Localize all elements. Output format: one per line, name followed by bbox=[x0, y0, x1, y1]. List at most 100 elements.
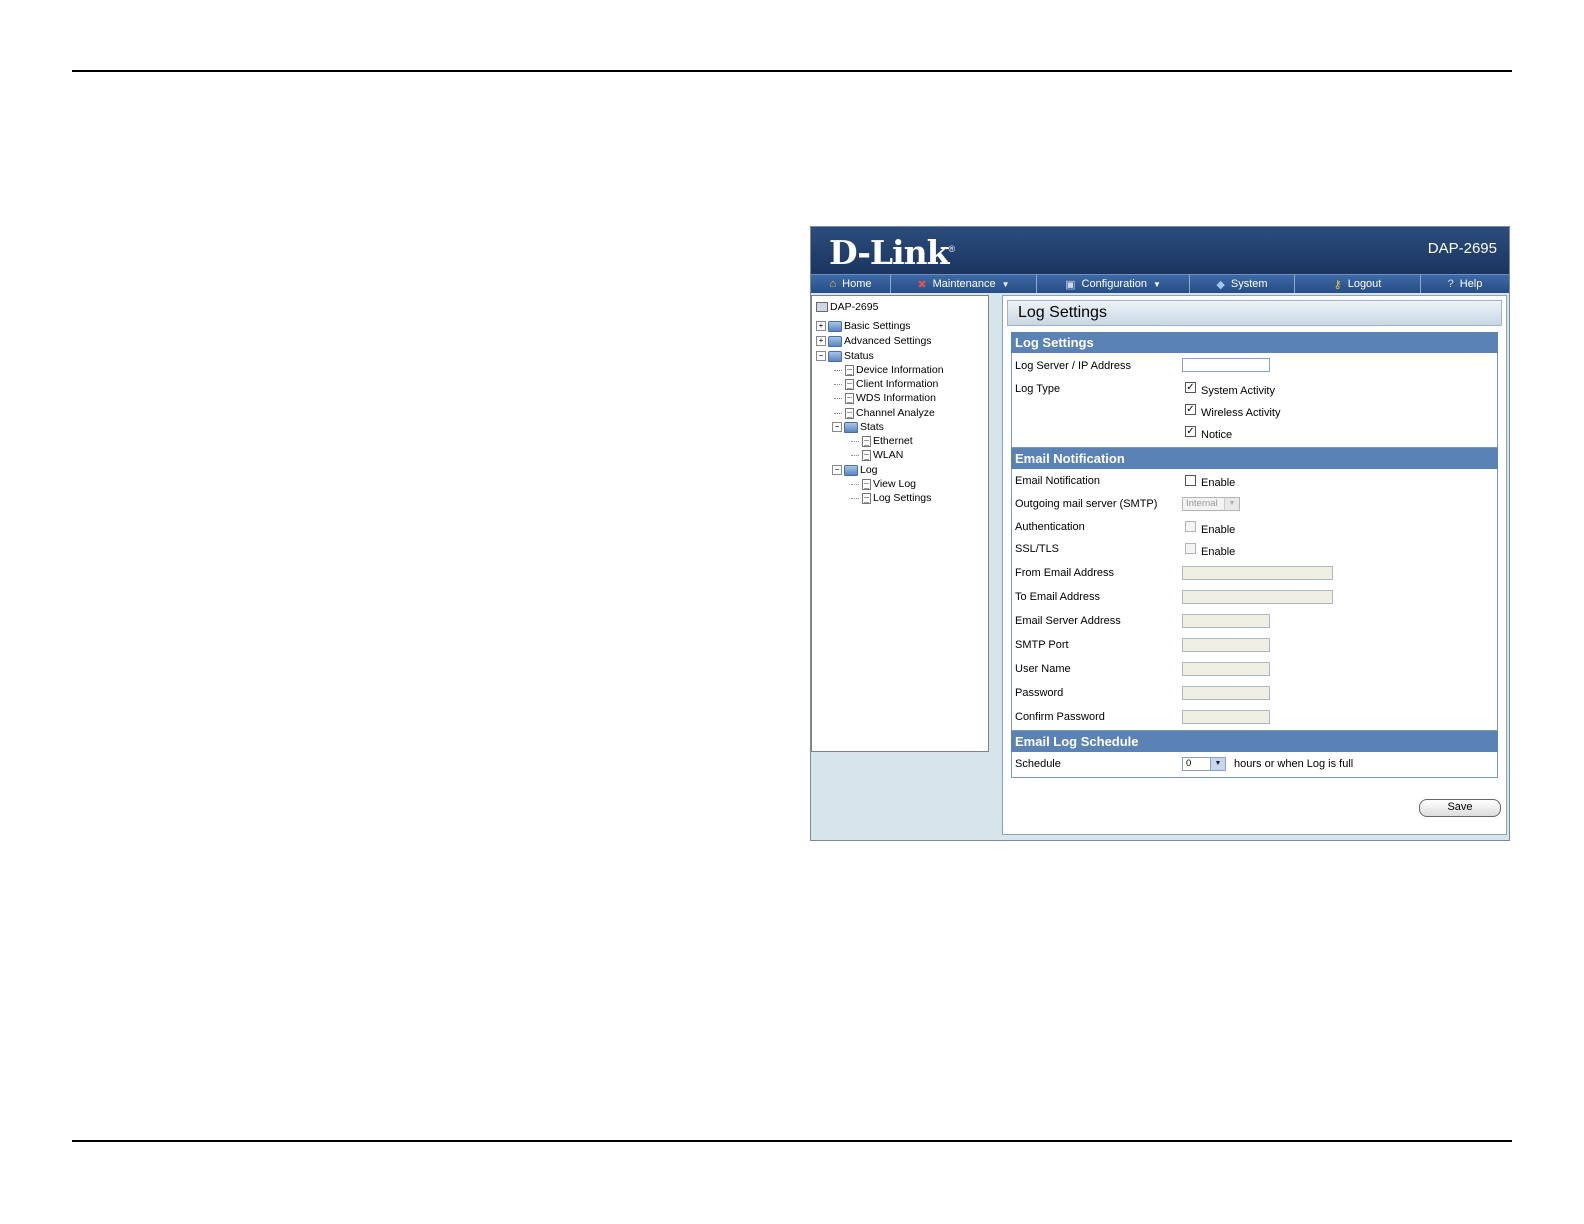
tree-advanced-settings[interactable]: + Advanced Settings bbox=[816, 334, 932, 348]
schedule-select[interactable]: 0 ▼ bbox=[1182, 757, 1226, 771]
folder-icon bbox=[828, 320, 842, 332]
collapse-icon[interactable]: − bbox=[816, 351, 826, 361]
bottom-rule bbox=[72, 1140, 1512, 1142]
nav-help[interactable]: ? Help bbox=[1421, 275, 1509, 293]
nav-system[interactable]: ◆ System bbox=[1190, 275, 1295, 293]
smtp-select[interactable]: Internal ▼ bbox=[1182, 497, 1240, 511]
chevron-down-icon: ▼ bbox=[1224, 498, 1239, 510]
tree-wds-information[interactable]: WDS Information bbox=[834, 391, 936, 405]
tree-stats[interactable]: − Stats bbox=[832, 420, 884, 434]
tree-client-information[interactable]: Client Information bbox=[834, 377, 938, 391]
collapse-icon[interactable]: − bbox=[832, 422, 842, 432]
email-notification-label: Email Notification bbox=[1015, 475, 1100, 487]
log-type-label: Log Type bbox=[1015, 383, 1061, 395]
email-log-schedule-body: Schedule 0 ▼ hours or when Log is full bbox=[1011, 752, 1498, 778]
model-name: DAP-2695 bbox=[1427, 240, 1497, 257]
nav-maintenance[interactable]: ✖ Maintenance ▼ bbox=[891, 275, 1037, 293]
authentication-enable-label: Enable bbox=[1201, 524, 1236, 536]
tree-basic-settings[interactable]: + Basic Settings bbox=[816, 319, 911, 333]
email-server-input[interactable] bbox=[1182, 614, 1270, 628]
tree-log[interactable]: − Log bbox=[832, 463, 878, 477]
ssl-tls-label: SSL/TLS bbox=[1015, 543, 1060, 555]
section-email-notification: Email Notification bbox=[1011, 448, 1498, 469]
email-notification-body: Email Notification Enable Outgoing mail … bbox=[1011, 469, 1498, 731]
nav-logout[interactable]: ⚷ Logout bbox=[1295, 275, 1421, 293]
ssl-tls-checkbox[interactable] bbox=[1185, 543, 1196, 554]
authentication-label: Authentication bbox=[1015, 521, 1085, 533]
from-email-label: From Email Address bbox=[1015, 567, 1115, 579]
page-icon bbox=[845, 392, 854, 404]
page-icon bbox=[862, 492, 871, 504]
open-folder-icon bbox=[844, 421, 858, 433]
notice-checkbox[interactable]: ✓ bbox=[1185, 426, 1196, 437]
tree-ethernet[interactable]: Ethernet bbox=[851, 434, 913, 448]
chevron-down-icon: ▼ bbox=[1001, 279, 1010, 289]
tools-icon: ✖ bbox=[917, 278, 927, 291]
password-input[interactable] bbox=[1182, 686, 1270, 700]
page-icon bbox=[845, 378, 854, 390]
system-activity-checkbox[interactable]: ✓ bbox=[1185, 382, 1196, 393]
collapse-icon[interactable]: − bbox=[832, 465, 842, 475]
tree-log-settings[interactable]: Log Settings bbox=[851, 491, 931, 505]
log-settings-body: Log Server / IP Address Log Type ✓ Syste… bbox=[1011, 353, 1498, 448]
tree-status[interactable]: − Status bbox=[816, 349, 874, 363]
wireless-activity-label: Wireless Activity bbox=[1201, 407, 1281, 419]
to-email-label: To Email Address bbox=[1015, 591, 1100, 603]
notice-label: Notice bbox=[1201, 429, 1233, 441]
schedule-suffix: hours or when Log is full bbox=[1234, 758, 1354, 770]
nav-home[interactable]: ⌂ Home bbox=[811, 275, 891, 293]
tree-view-log[interactable]: View Log bbox=[851, 477, 916, 491]
web-ui-screenshot: D-Link® DAP-2695 ⌂ Home ✖ Maintenance ▼ … bbox=[810, 226, 1510, 841]
save-button[interactable]: Save bbox=[1419, 799, 1501, 817]
system-icon: ◆ bbox=[1216, 278, 1225, 291]
user-name-input[interactable] bbox=[1182, 662, 1270, 676]
chevron-down-icon: ▼ bbox=[1210, 758, 1225, 770]
confirm-password-label: Confirm Password bbox=[1015, 711, 1105, 723]
navigation-tree: DAP-2695 + Basic Settings + Advanced Set… bbox=[811, 295, 989, 752]
nav-configuration[interactable]: ▣ Configuration ▼ bbox=[1037, 275, 1190, 293]
tree-root[interactable]: DAP-2695 bbox=[816, 300, 878, 314]
log-server-input[interactable] bbox=[1182, 358, 1270, 372]
schedule-label: Schedule bbox=[1015, 758, 1061, 770]
smtp-port-input[interactable] bbox=[1182, 638, 1270, 652]
expand-icon[interactable]: + bbox=[816, 336, 826, 346]
page-icon bbox=[845, 364, 854, 376]
confirm-password-input[interactable] bbox=[1182, 710, 1270, 724]
smtp-port-label: SMTP Port bbox=[1015, 639, 1069, 651]
from-email-input[interactable] bbox=[1182, 566, 1333, 580]
dlink-logo: D-Link® bbox=[829, 233, 955, 272]
ssl-tls-enable-label: Enable bbox=[1201, 546, 1236, 558]
page-icon bbox=[845, 407, 854, 419]
wireless-activity-checkbox[interactable]: ✓ bbox=[1185, 404, 1196, 415]
authentication-checkbox[interactable] bbox=[1185, 521, 1196, 532]
header: D-Link® DAP-2695 bbox=[811, 227, 1509, 274]
log-server-label: Log Server / IP Address bbox=[1015, 360, 1131, 372]
folder-icon bbox=[828, 335, 842, 347]
section-log-settings: Log Settings bbox=[1011, 332, 1498, 353]
expand-icon[interactable]: + bbox=[816, 321, 826, 331]
tree-wlan[interactable]: WLAN bbox=[851, 448, 903, 462]
disk-icon: ▣ bbox=[1065, 278, 1076, 291]
tree-device-information[interactable]: Device Information bbox=[834, 363, 944, 377]
section-email-log-schedule: Email Log Schedule bbox=[1011, 731, 1498, 752]
email-notification-checkbox[interactable] bbox=[1185, 475, 1196, 486]
nav-bar: ⌂ Home ✖ Maintenance ▼ ▣ Configuration ▼… bbox=[811, 274, 1509, 293]
system-activity-label: System Activity bbox=[1201, 385, 1275, 397]
top-rule bbox=[72, 70, 1512, 72]
user-name-label: User Name bbox=[1015, 663, 1071, 675]
to-email-input[interactable] bbox=[1182, 590, 1333, 604]
open-folder-icon bbox=[828, 350, 842, 362]
open-folder-icon bbox=[844, 464, 858, 476]
page-icon bbox=[862, 478, 871, 490]
password-label: Password bbox=[1015, 687, 1064, 699]
key-icon: ⚷ bbox=[1333, 278, 1342, 291]
smtp-label: Outgoing mail server (SMTP) bbox=[1015, 498, 1158, 510]
email-server-label: Email Server Address bbox=[1015, 615, 1121, 627]
home-icon: ⌂ bbox=[829, 278, 837, 290]
tree-channel-analyze[interactable]: Channel Analyze bbox=[834, 406, 935, 420]
help-icon: ? bbox=[1447, 278, 1454, 290]
page-icon bbox=[862, 435, 871, 447]
email-notification-enable-label: Enable bbox=[1201, 477, 1236, 489]
computer-icon bbox=[816, 302, 828, 312]
main-panel: Log Settings Log Settings Log Server / I… bbox=[1002, 295, 1507, 835]
